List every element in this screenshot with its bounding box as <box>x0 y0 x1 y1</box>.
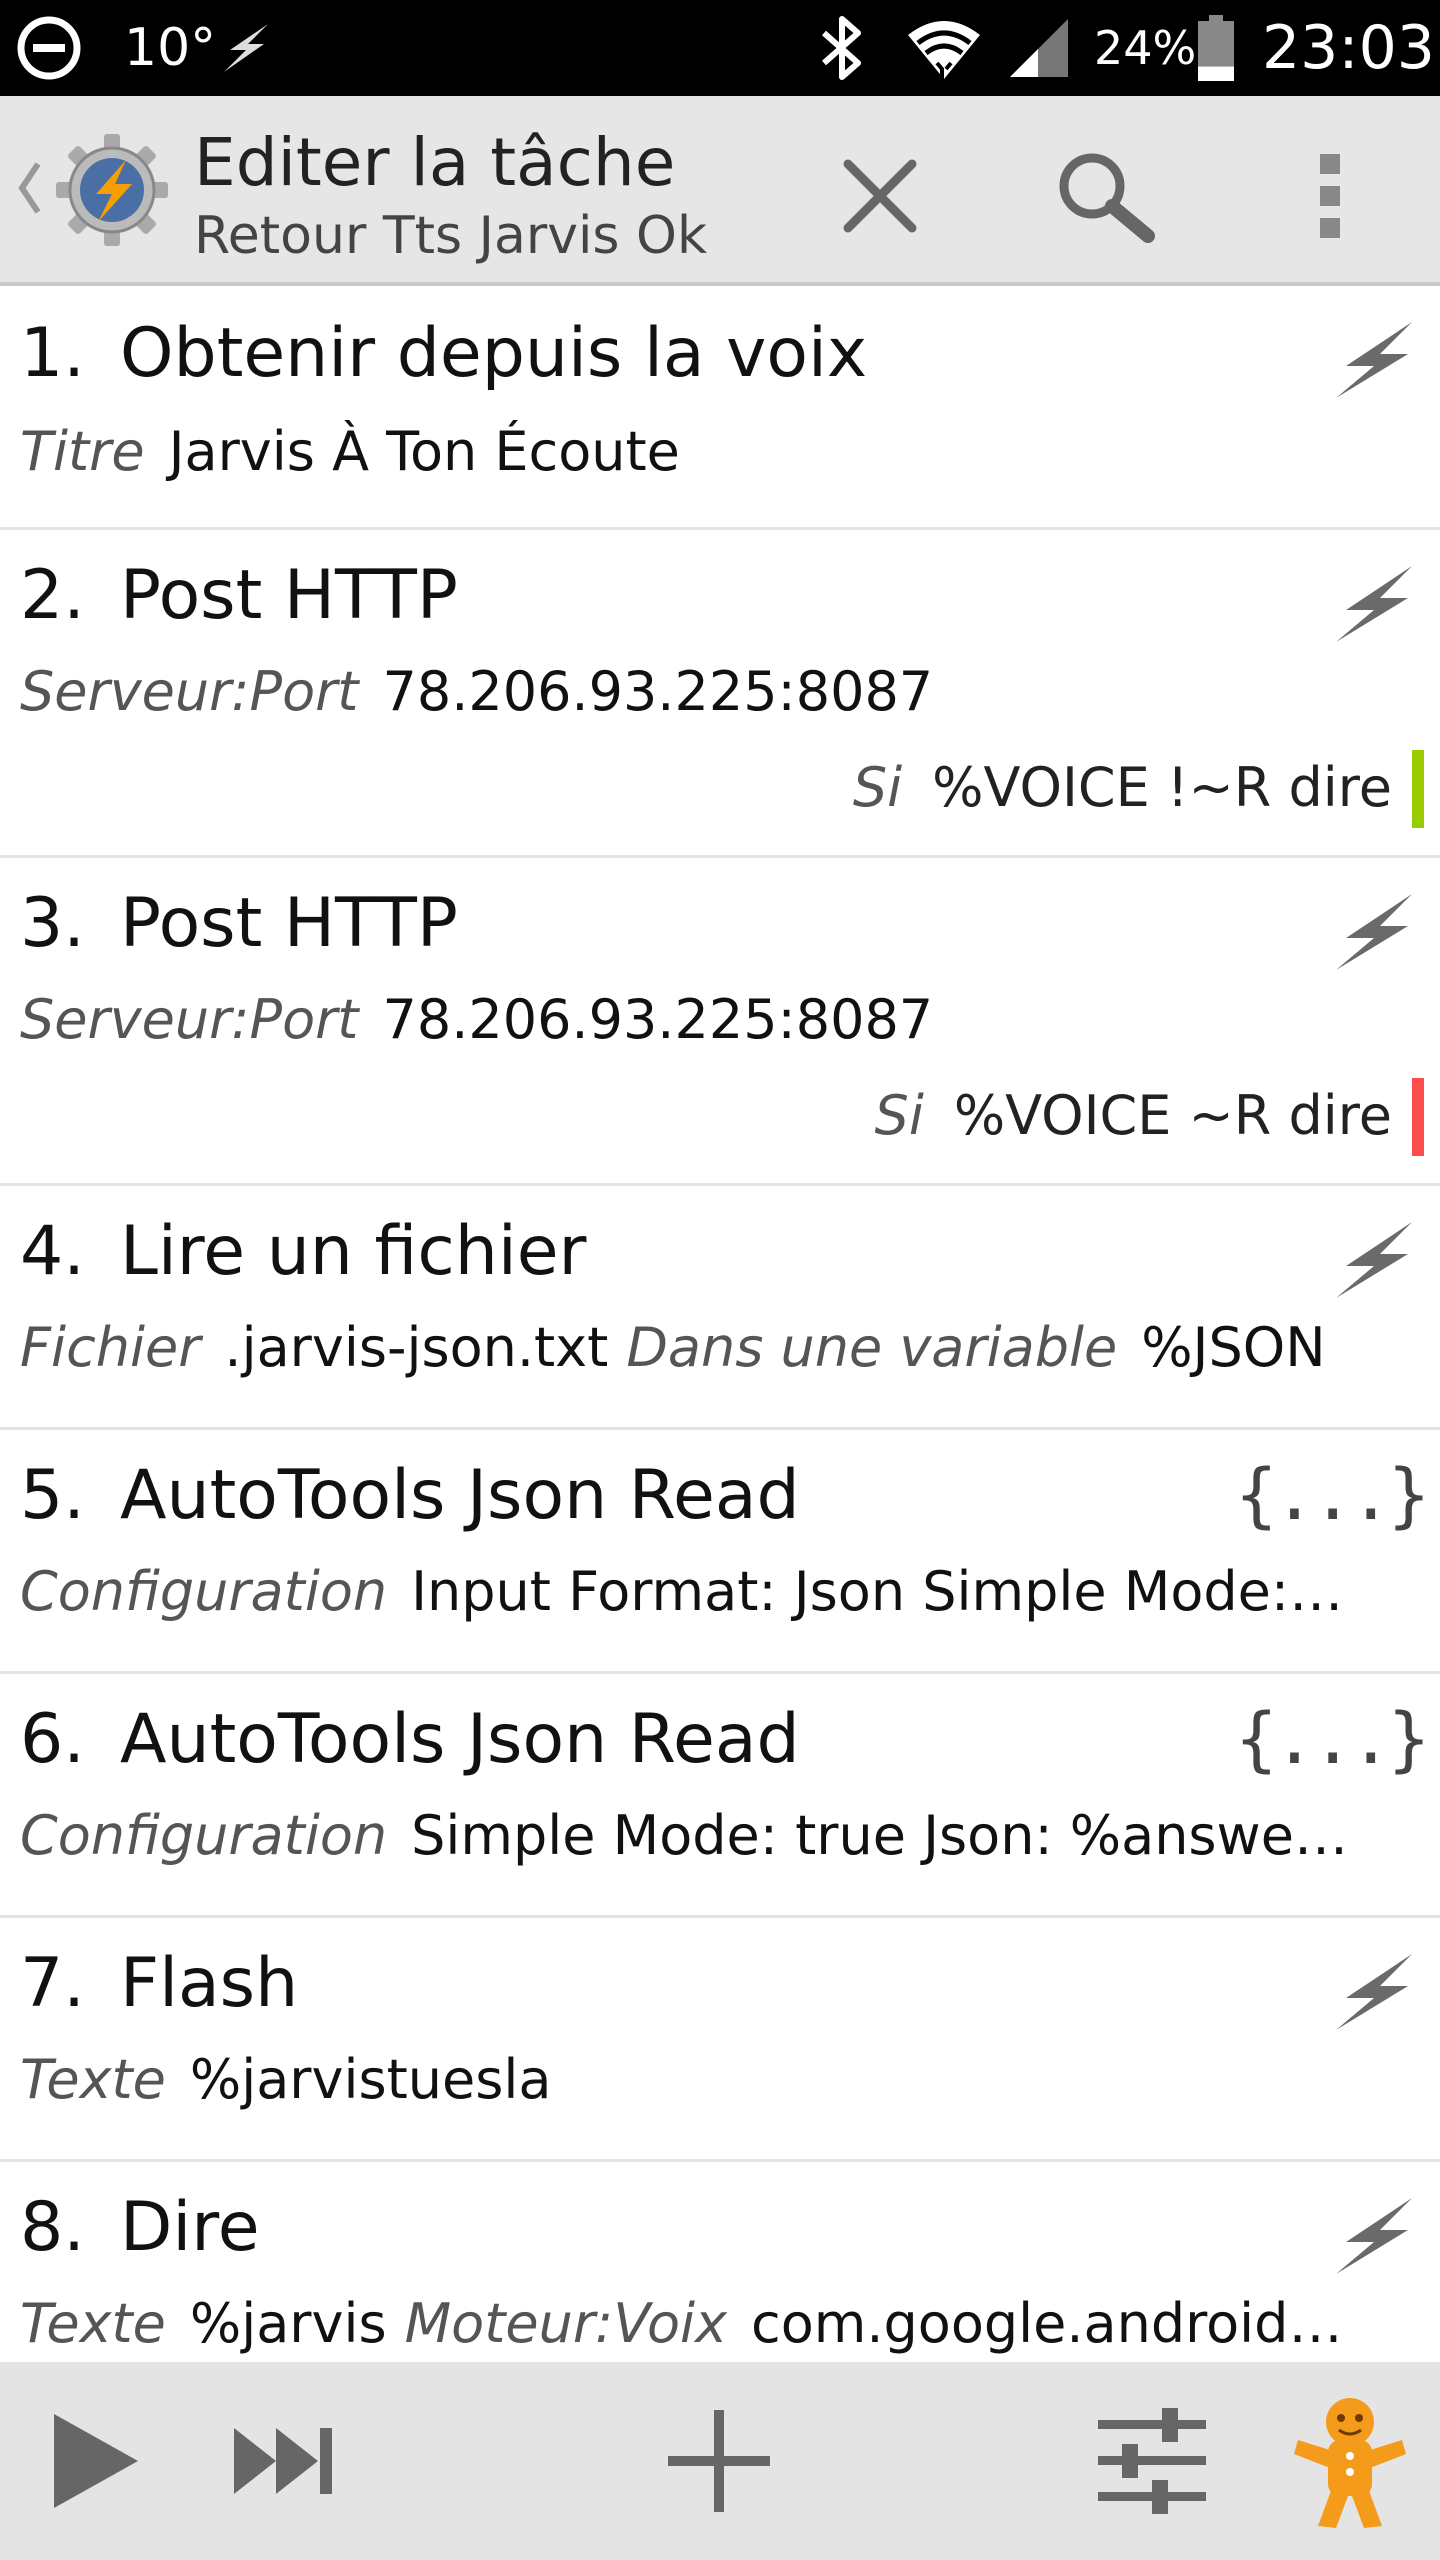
close-icon <box>843 159 917 233</box>
overflow-menu-icon <box>1320 154 1340 238</box>
action-row[interactable]: 6. AutoTools Json Read {...} Configuratio… <box>0 1674 1440 1918</box>
param-value: %jarvistuesla <box>189 2048 552 2111</box>
action-title: AutoTools Json Read <box>120 1700 800 1779</box>
bluetooth-icon <box>814 0 870 96</box>
action-title: Post HTTP <box>120 556 458 635</box>
param-value: com.google.android.... <box>751 2292 1350 2355</box>
task-name: Retour Tts Jarvis Ok <box>194 206 708 266</box>
close-button[interactable] <box>830 146 930 246</box>
param-value: %JSON <box>1141 1316 1326 1379</box>
param-label: Texte <box>20 2292 166 2355</box>
add-icon <box>668 2410 770 2512</box>
flash-icon <box>216 0 276 96</box>
param-value: 78.206.93.225:8087 <box>382 660 934 723</box>
param-value: %jarvis <box>189 2292 387 2355</box>
param-label: Serveur:Port <box>20 660 359 723</box>
battery-icon <box>1196 0 1236 96</box>
param-value: 78.206.93.225:8087 <box>382 988 934 1051</box>
action-title: Obtenir depuis la voix <box>120 314 868 393</box>
param-label: Dans une variable <box>626 1316 1118 1379</box>
lightning-icon[interactable] <box>1324 2188 1420 2284</box>
json-braces-icon[interactable]: {...} <box>1235 1454 1430 1536</box>
temperature: 10° <box>124 18 217 78</box>
action-row[interactable]: 7. Flash Texte %jarvistuesla <box>0 1918 1440 2162</box>
action-row[interactable]: 2. Post HTTP Serveur:Port 78.206.93.225:80… <box>0 530 1440 858</box>
param-label: Moteur:Voix <box>404 2292 728 2355</box>
step-forward-icon <box>234 2428 332 2494</box>
lightning-icon[interactable] <box>1324 884 1420 980</box>
condition: Si %VOICE !~R dire <box>853 756 1392 819</box>
lightning-icon[interactable] <box>1324 556 1420 652</box>
action-bar: Editer la tâche Retour Tts Jarvis Ok <box>0 96 1440 286</box>
action-row[interactable]: 3. Post HTTP Serveur:Port 78.206.93.225:80… <box>0 858 1440 1186</box>
param-value: Jarvis À Ton Écoute <box>168 420 680 483</box>
back-chevron-icon <box>14 158 44 222</box>
play-button[interactable] <box>40 2406 150 2516</box>
condition: Si %VOICE ~R dire <box>875 1084 1392 1147</box>
condition-label: Si <box>874 1084 924 1147</box>
action-title: AutoTools Json Read <box>120 1456 800 1535</box>
action-title: Dire <box>120 2188 260 2267</box>
action-list[interactable]: 1. Obtenir depuis la voix Titre Jarvis À T… <box>0 286 1440 2362</box>
lightning-icon[interactable] <box>1324 1212 1420 1308</box>
param-label: Titre <box>20 420 145 483</box>
clock: 23:03 <box>1262 13 1435 83</box>
param-label: Configuration <box>20 1804 388 1867</box>
condition-value: %VOICE ~R dire <box>953 1084 1392 1147</box>
action-number: 3. <box>20 884 85 963</box>
action-number: 6. <box>20 1700 85 1779</box>
step-forward-button[interactable] <box>230 2416 340 2506</box>
param-label: Configuration <box>20 1560 388 1623</box>
page-title: Editer la tâche <box>194 124 676 201</box>
action-title: Post HTTP <box>120 884 458 963</box>
wifi-icon <box>904 0 984 96</box>
param-value: Input Format: Json Simple Mode:... <box>411 1560 1341 1623</box>
action-number: 2. <box>20 556 85 635</box>
search-button[interactable] <box>1050 146 1160 246</box>
gingerbread-man-icon <box>1294 2398 1406 2528</box>
add-action-button[interactable] <box>664 2406 774 2516</box>
action-number: 8. <box>20 2188 85 2267</box>
beginner-mode-button[interactable] <box>1290 2392 1410 2532</box>
action-number: 1. <box>20 314 85 393</box>
condition-false-indicator <box>1412 1078 1424 1156</box>
json-braces-icon[interactable]: {...} <box>1235 1698 1430 1780</box>
settings-button[interactable] <box>1094 2406 1210 2516</box>
param-value: .jarvis-json.txt <box>224 1316 609 1379</box>
condition-label: Si <box>852 756 903 819</box>
condition-true-indicator <box>1412 750 1424 828</box>
param-label: Serveur:Port <box>20 988 359 1051</box>
action-number: 7. <box>20 1944 85 2023</box>
play-icon <box>54 2414 138 2508</box>
search-icon <box>1059 153 1155 243</box>
action-row[interactable]: 8. Dire Texte %jarvis Moteur:Voix com.google… <box>0 2162 1440 2362</box>
lightning-icon[interactable] <box>1324 1944 1420 2040</box>
action-title: Flash <box>120 1944 299 2023</box>
action-row[interactable]: 5. AutoTools Json Read {...} Configuratio… <box>0 1430 1440 1674</box>
action-row[interactable]: 1. Obtenir depuis la voix Titre Jarvis À T… <box>0 286 1440 530</box>
action-number: 4. <box>20 1212 85 1291</box>
action-number: 5. <box>20 1456 85 1535</box>
up-navigation[interactable] <box>0 96 190 282</box>
overflow-menu-button[interactable] <box>1300 146 1360 246</box>
param-value: Simple Mode: true Json: %answe... <box>411 1804 1346 1867</box>
bottom-toolbar <box>0 2362 1440 2560</box>
action-row[interactable]: 4. Lire un fichier Fichier .jarvis-json.tx… <box>0 1186 1440 1430</box>
condition-value: %VOICE !~R dire <box>932 756 1392 819</box>
tasker-gear-icon <box>52 130 172 254</box>
signal-icon <box>1004 0 1074 96</box>
action-title: Lire un fichier <box>120 1212 587 1291</box>
settings-sliders-icon <box>1098 2408 1206 2514</box>
do-not-disturb-icon <box>14 0 84 96</box>
battery-percent: 24% <box>1094 21 1197 75</box>
param-label: Texte <box>20 2048 166 2111</box>
lightning-icon[interactable] <box>1324 312 1420 408</box>
param-label: Fichier <box>20 1316 201 1379</box>
status-bar: 10° 24% 23:03 <box>0 0 1440 96</box>
